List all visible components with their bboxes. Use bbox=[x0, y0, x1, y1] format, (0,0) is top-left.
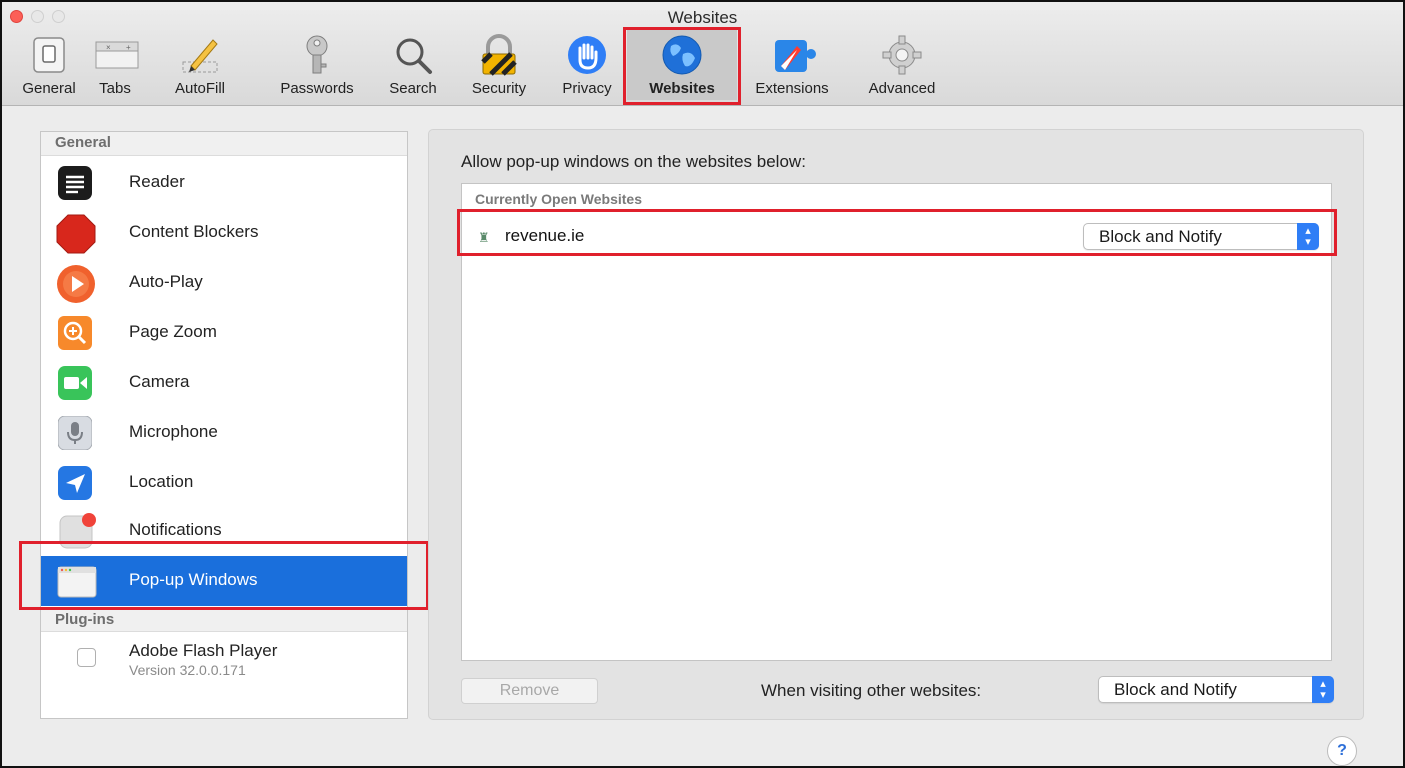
sidebar-item-camera[interactable]: Camera bbox=[41, 358, 407, 408]
microphone-icon bbox=[57, 415, 93, 451]
sidebar-item-content-blockers[interactable]: Content Blockers bbox=[41, 208, 407, 258]
site-setting-select[interactable]: Block and Notify ▴ ▾ bbox=[1083, 223, 1319, 250]
sidebar-section-plugins: Plug-ins bbox=[41, 608, 407, 632]
sidebar-item-label: Content Blockers bbox=[129, 222, 259, 241]
popup-windows-icon bbox=[56, 563, 98, 599]
tab-label: Security bbox=[471, 80, 527, 97]
sidebar-item-label: Auto-Play bbox=[129, 272, 203, 291]
general-switch-icon bbox=[28, 34, 70, 76]
panel-heading: Allow pop-up windows on the websites bel… bbox=[461, 152, 806, 171]
tab-label: Search bbox=[389, 80, 437, 97]
site-name: revenue.ie bbox=[505, 226, 585, 245]
select-value: Block and Notify bbox=[1114, 680, 1237, 699]
puzzle-compass-icon bbox=[771, 34, 816, 76]
tab-tabs[interactable]: × + Tabs bbox=[90, 30, 140, 100]
sidebar-item-location[interactable]: Location bbox=[41, 458, 407, 508]
sidebar-item-label: Camera bbox=[129, 372, 190, 391]
site-favicon-icon: ♜ bbox=[478, 230, 490, 245]
remove-button[interactable]: Remove bbox=[461, 678, 598, 704]
tab-general[interactable]: General bbox=[12, 30, 86, 100]
other-websites-label: When visiting other websites: bbox=[761, 681, 982, 700]
tabs-icon: × + bbox=[94, 34, 139, 76]
stop-sign-icon bbox=[56, 214, 96, 254]
select-value: Block and Notify bbox=[1099, 227, 1222, 246]
tab-label: Websites bbox=[649, 80, 715, 97]
tab-advanced[interactable]: Advanced bbox=[850, 30, 954, 100]
table-row[interactable]: ♜ revenue.ie Block and Notify ▴ ▾ bbox=[462, 220, 1331, 254]
pencil-icon bbox=[179, 34, 221, 76]
sidebar-item-label: Notifications bbox=[129, 520, 222, 539]
window-title: Websites bbox=[667, 8, 738, 27]
plugin-version: Version 32.0.0.171 bbox=[129, 662, 246, 678]
other-websites-select[interactable]: Block and Notify ▴ ▾ bbox=[1098, 676, 1334, 703]
globe-icon bbox=[661, 34, 703, 76]
sidebar-item-label: Microphone bbox=[129, 422, 218, 441]
websites-table: Currently Open Websites ♜ revenue.ie Blo… bbox=[461, 183, 1332, 661]
tab-websites[interactable]: Websites bbox=[627, 30, 737, 100]
sidebar-item-auto-play[interactable]: Auto-Play bbox=[41, 258, 407, 308]
camera-icon bbox=[58, 366, 92, 400]
play-icon bbox=[56, 264, 96, 304]
tab-label: General bbox=[22, 80, 76, 97]
tab-passwords[interactable]: Passwords bbox=[264, 30, 370, 100]
tab-security[interactable]: Security bbox=[456, 30, 542, 100]
preferences-window: Websites General × + Tabs AutoFill Passw… bbox=[0, 0, 1405, 768]
location-arrow-icon bbox=[58, 466, 92, 500]
svg-text:+: + bbox=[126, 43, 131, 52]
plugin-enable-checkbox[interactable] bbox=[77, 648, 96, 667]
tab-label: Privacy bbox=[562, 80, 612, 97]
plugin-name[interactable]: Adobe Flash Player bbox=[129, 641, 277, 661]
tab-label: Tabs bbox=[99, 80, 131, 97]
reader-icon bbox=[58, 166, 92, 200]
tab-label: Passwords bbox=[280, 80, 354, 97]
sidebar-item-label: Reader bbox=[129, 172, 185, 191]
sidebar-item-page-zoom[interactable]: Page Zoom bbox=[41, 308, 407, 358]
sidebar-item-microphone[interactable]: Microphone bbox=[41, 408, 407, 458]
table-section-header: Currently Open Websites bbox=[475, 191, 643, 207]
sidebar-item-popup-windows[interactable]: Pop-up Windows bbox=[41, 556, 407, 606]
tab-label: Extensions bbox=[755, 80, 829, 97]
tab-privacy[interactable]: Privacy bbox=[550, 30, 624, 100]
sidebar-section-general: General bbox=[41, 132, 407, 156]
help-button[interactable]: ? bbox=[1327, 736, 1357, 766]
tab-autofill[interactable]: AutoFill bbox=[144, 30, 256, 100]
settings-panel: Allow pop-up windows on the websites bel… bbox=[428, 129, 1364, 720]
key-icon bbox=[296, 34, 338, 76]
notifications-icon bbox=[58, 512, 96, 549]
updown-arrows-icon: ▴ ▾ bbox=[1312, 676, 1334, 703]
sidebar-item-reader[interactable]: Reader bbox=[41, 158, 407, 208]
tab-search[interactable]: Search bbox=[378, 30, 448, 100]
tab-label: AutoFill bbox=[174, 80, 226, 97]
tab-label: Advanced bbox=[868, 80, 936, 97]
toolbar: Websites General × + Tabs AutoFill Passw… bbox=[2, 2, 1403, 106]
updown-arrows-icon: ▴ ▾ bbox=[1297, 223, 1319, 250]
zoom-icon bbox=[58, 316, 92, 350]
sidebar-item-label: Location bbox=[129, 472, 194, 491]
sidebar-item-notifications[interactable]: Notifications bbox=[41, 506, 407, 556]
sidebar-item-label: Pop-up Windows bbox=[129, 570, 258, 589]
gear-icon bbox=[881, 34, 923, 76]
hand-icon bbox=[566, 34, 608, 76]
padlock-icon bbox=[478, 34, 520, 76]
sidebar-item-label: Page Zoom bbox=[129, 322, 217, 341]
svg-text:×: × bbox=[106, 43, 111, 52]
tab-extensions[interactable]: Extensions bbox=[742, 30, 842, 100]
sidebar: General Reader Content Blockers Auto-Pla… bbox=[40, 131, 408, 719]
magnifier-icon bbox=[392, 34, 434, 76]
